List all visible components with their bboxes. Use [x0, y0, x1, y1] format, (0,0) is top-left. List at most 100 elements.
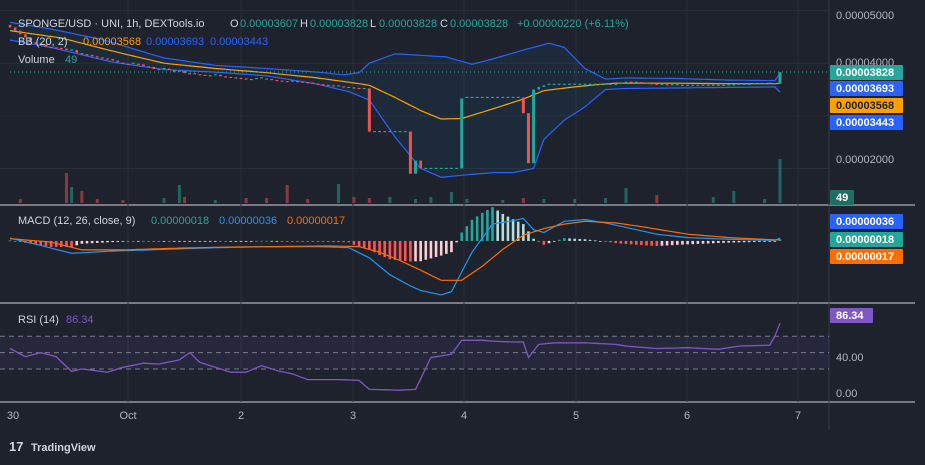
macd-histogram-bar — [460, 232, 464, 241]
volume-bar — [121, 200, 125, 203]
badge-bb-lower: 0.00003443 — [836, 117, 894, 129]
ohlc-high: 0.00003828 — [310, 18, 368, 30]
badge-volume: 49 — [836, 192, 848, 204]
macd-histogram-bar — [634, 240, 638, 245]
macd-histogram-bar — [126, 240, 130, 242]
chart[interactable]: SPONGE/USD · UNI, 1h, DEXTools.io O 0.00… — [0, 0, 925, 465]
macd-histogram-bar — [676, 240, 679, 245]
macd-histogram-bar — [137, 240, 140, 242]
bb-legend-upper: 0.00003693 — [146, 36, 204, 48]
macd-histogram-bar — [95, 240, 99, 243]
candle — [408, 131, 412, 174]
macd-histogram-bar — [429, 240, 433, 259]
macd-histogram-bar — [147, 240, 150, 242]
macd-histogram-bar — [640, 240, 643, 246]
macd-legend-hist: 0.00000018 — [151, 215, 209, 227]
macd-histogram-bar — [316, 240, 320, 242]
macd-histogram-bar — [152, 240, 156, 242]
volume-bar — [603, 198, 607, 203]
volume-bar — [449, 192, 453, 203]
rsi-legend-label: RSI (14) — [18, 314, 59, 326]
macd-histogram-bar — [234, 240, 238, 242]
time-tick: 30 — [7, 410, 19, 422]
volume-bar — [501, 200, 505, 203]
macd-histogram-bar — [393, 240, 397, 260]
macd-histogram-bar — [311, 240, 315, 242]
volume-bar — [414, 199, 418, 203]
tradingview-logo-icon: 17 — [9, 439, 23, 454]
macd-histogram-bar — [167, 240, 171, 242]
macd-histogram-bar — [224, 240, 227, 242]
macd-histogram-bar — [172, 240, 176, 242]
volume-bar — [64, 173, 68, 203]
volume-bar — [183, 197, 187, 203]
volume-bar — [352, 197, 356, 203]
macd-histogram-bar — [285, 240, 289, 242]
volume-bar — [778, 159, 782, 203]
macd-histogram-bar — [583, 239, 587, 241]
candle — [624, 81, 628, 84]
macd-histogram-bar — [275, 240, 279, 242]
brand-name: TradingView — [31, 442, 96, 454]
volume-bar — [18, 199, 22, 203]
tradingview-logo[interactable]: 17 TradingView — [9, 439, 96, 454]
badge-bb-upper: 0.00003693 — [836, 83, 894, 95]
macd-histogram-bar — [660, 240, 664, 246]
volume-bar — [162, 198, 166, 203]
volume-bar — [711, 197, 715, 203]
macd-histogram-bar — [203, 240, 207, 242]
volume-bar — [177, 185, 181, 203]
price-tick: 0.00005000 — [836, 10, 894, 22]
candle — [542, 85, 546, 87]
volume-bar — [95, 199, 99, 203]
macd-histogram-bar — [742, 240, 746, 243]
macd-histogram-bar — [655, 240, 659, 246]
macd-histogram-bar — [711, 240, 715, 244]
macd-histogram-bar — [306, 240, 310, 242]
macd-histogram-bar — [645, 240, 648, 246]
macd-histogram-bar — [470, 219, 474, 241]
macd-histogram-bar — [178, 240, 181, 242]
macd-histogram-bar — [768, 240, 772, 242]
candle — [13, 27, 17, 31]
macd-histogram-bar — [542, 240, 546, 245]
candle — [152, 66, 156, 70]
macd-histogram-bar — [445, 240, 448, 254]
macd-histogram-bar — [609, 240, 612, 243]
macd-histogram-bar — [342, 240, 345, 243]
ohlc-change: +0.00000220 (+6.11%) — [517, 18, 629, 30]
volume-bar — [521, 198, 525, 203]
candle — [75, 50, 79, 53]
macd-histogram-bar — [214, 240, 217, 242]
macd-histogram-bar — [70, 240, 73, 247]
macd-histogram-bar — [722, 240, 725, 243]
volume-bar — [542, 199, 546, 203]
badge-macd-hist: 0.00000018 — [836, 234, 894, 246]
volume-bar — [367, 198, 371, 203]
macd-histogram-bar — [496, 210, 499, 241]
macd-histogram-bar — [188, 240, 191, 242]
macd-histogram-bar — [239, 240, 243, 242]
volume-bar — [763, 199, 767, 203]
badge-macd: 0.00000036 — [836, 216, 894, 228]
candle — [18, 30, 22, 35]
macd-histogram-bar — [301, 240, 304, 242]
macd-histogram-bar — [131, 240, 135, 242]
badge-rsi: 86.34 — [836, 310, 864, 322]
macd-histogram-bar — [424, 240, 428, 260]
volume-bar — [732, 191, 736, 203]
candle — [521, 97, 525, 114]
macd-histogram-bar — [291, 240, 294, 242]
candle — [460, 98, 464, 169]
macd-histogram-bar — [255, 240, 258, 242]
candle — [90, 54, 94, 57]
macd-histogram-bar — [337, 240, 340, 243]
ohlc-open-label: O — [230, 18, 239, 30]
macd-histogram-bar — [465, 226, 469, 241]
macd-histogram-bar — [696, 240, 700, 244]
macd-histogram-bar — [501, 213, 505, 241]
macd-histogram-bar — [162, 240, 166, 242]
candle — [367, 88, 371, 132]
macd-histogram-bar — [208, 240, 212, 242]
macd-histogram-bar — [619, 240, 623, 244]
